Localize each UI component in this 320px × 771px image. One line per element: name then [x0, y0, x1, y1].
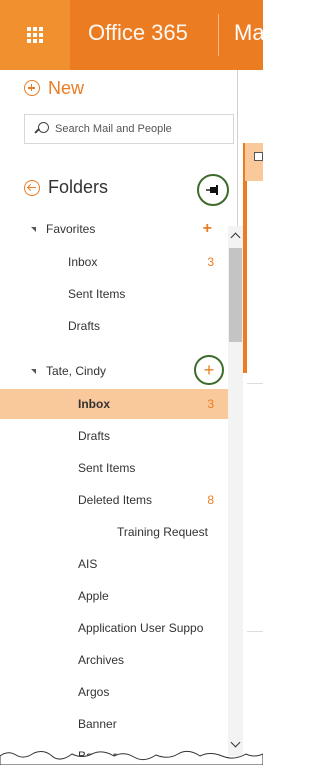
folder-label: Sent Items: [68, 287, 126, 301]
office365-brand[interactable]: Office 365: [88, 20, 188, 46]
scrollbar-thumb[interactable]: [229, 248, 242, 342]
waffle-icon: [27, 27, 43, 43]
folders-header-label: Folders: [48, 177, 109, 197]
favorites-group-header[interactable]: Favorites +: [0, 214, 228, 244]
add-favorite-button[interactable]: +: [203, 220, 212, 238]
app-launcher-button[interactable]: [0, 0, 70, 70]
folder-label: Sent Items: [78, 461, 136, 475]
folder-label: Banner: [78, 717, 117, 731]
folder-item-application-user-support[interactable]: Application User Suppo: [0, 613, 228, 643]
folders-collapse-toggle[interactable]: Folders: [24, 177, 108, 198]
unread-count: 3: [207, 397, 214, 411]
search-input[interactable]: Search Mail and People: [24, 114, 234, 144]
folder-label: Inbox: [68, 255, 98, 269]
folder-item-drafts[interactable]: Drafts: [0, 421, 228, 451]
unread-count: 8: [207, 493, 214, 507]
new-label: New: [48, 77, 85, 98]
folder-item-training-request[interactable]: Training Request: [0, 517, 228, 547]
folder-item-sent-items[interactable]: Sent Items: [0, 453, 228, 483]
favorites-label: Favorites: [46, 222, 96, 236]
folder-label: Drafts: [68, 319, 101, 333]
app-name[interactable]: Ma: [234, 20, 265, 46]
scroll-up-button[interactable]: [229, 228, 242, 244]
account-label: Tate, Cindy: [46, 364, 107, 378]
divider: [247, 383, 263, 384]
topbar-divider: [218, 14, 219, 56]
search-placeholder: Search Mail and People: [55, 123, 172, 135]
search-icon: [35, 122, 49, 136]
folder-item-ais[interactable]: AIS: [0, 549, 228, 579]
folder-label: Inbox: [78, 397, 110, 411]
favorite-item-inbox[interactable]: Inbox 3: [0, 247, 228, 277]
expand-triangle-icon: [31, 227, 36, 232]
folder-item-banner[interactable]: Banner: [0, 709, 228, 739]
folder-label: AIS: [78, 557, 98, 571]
folder-label: Drafts: [78, 429, 111, 443]
folder-label: Application User Suppo: [78, 621, 204, 635]
chevron-down-icon: [230, 737, 241, 748]
expand-triangle-icon: [31, 369, 36, 374]
pin-button[interactable]: [197, 174, 229, 206]
folder-label: Argos: [78, 685, 110, 699]
folder-label: Deleted Items: [78, 493, 153, 507]
favorite-item-sent-items[interactable]: Sent Items: [0, 279, 228, 309]
folder-label: Archives: [78, 653, 125, 667]
unread-count: 3: [207, 255, 214, 269]
folder-item-deleted-items[interactable]: Deleted Items 8: [0, 485, 228, 515]
selected-message-row[interactable]: [245, 143, 263, 181]
folder-item-archives[interactable]: Archives: [0, 645, 228, 675]
folder-item-apple[interactable]: Apple: [0, 581, 228, 611]
favorite-item-drafts[interactable]: Drafts: [0, 311, 228, 341]
pin-icon: [206, 185, 218, 195]
divider: [247, 631, 263, 632]
torn-edge-decoration: [0, 750, 263, 765]
folder-label: Training Request: [117, 525, 208, 539]
folder-label: Apple: [78, 589, 109, 603]
select-all-checkbox[interactable]: [254, 152, 263, 161]
chevron-up-icon: [230, 232, 241, 243]
back-arrow-circle-icon: [24, 179, 40, 196]
new-mail-button[interactable]: New: [24, 76, 84, 100]
add-folder-button[interactable]: +: [194, 355, 224, 385]
folder-item-argos[interactable]: Argos: [0, 677, 228, 707]
top-bar: Office 365 Ma: [0, 0, 265, 70]
plus-circle-icon: [24, 80, 40, 96]
folder-item-inbox[interactable]: Inbox 3: [0, 389, 228, 419]
